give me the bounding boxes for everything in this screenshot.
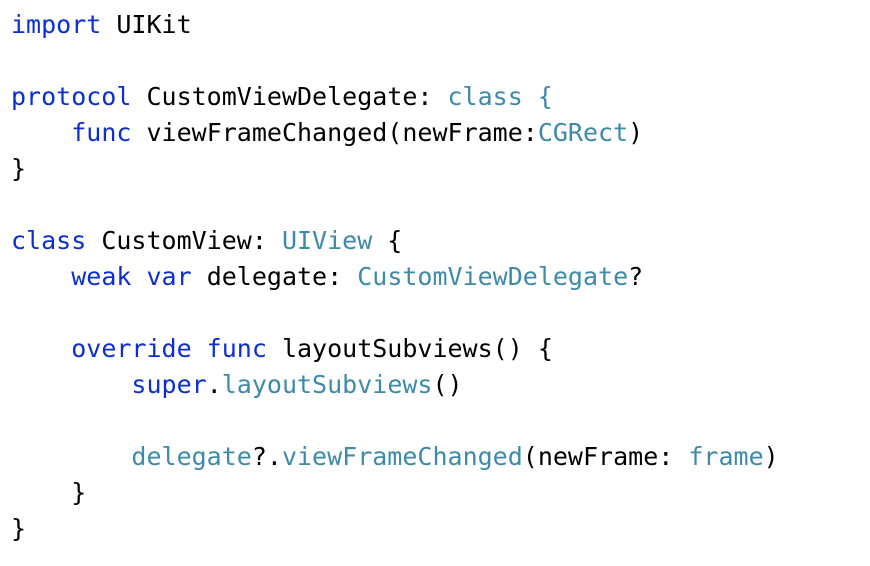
code-line[interactable] [11,43,870,79]
code-line[interactable] [11,403,870,439]
code-token-keyword: weak var [71,262,192,291]
code-token-plain: ) [763,442,779,471]
code-token-keyword: protocol [11,82,132,111]
code-token-plain: } [11,514,27,543]
code-token-plain: viewFrameChanged(newFrame: [131,118,538,147]
code-token-type: delegate [131,442,252,471]
code-line[interactable]: import UIKit [11,7,870,43]
code-token-plain: { [372,226,403,255]
code-token-plain: layoutSubviews() { [266,334,553,363]
code-token-keyword: super [131,370,207,399]
code-token-plain: ? [628,262,644,291]
code-token-type: class { [447,82,553,111]
code-token-type: CGRect [537,118,629,147]
code-token-type: viewFrameChanged [281,442,523,471]
code-line[interactable] [11,187,870,223]
code-line[interactable]: weak var delegate: CustomViewDelegate? [11,259,870,295]
code-token-plain: (newFrame: [522,442,689,471]
code-token-keyword: import [11,10,102,39]
code-line[interactable]: override func layoutSubviews() { [11,331,870,367]
code-token-plain: CustomView: [86,226,282,255]
code-token-keyword: override func [71,334,267,363]
code-token-keyword: func [71,118,132,147]
code-line[interactable]: } [11,511,870,547]
code-line[interactable]: protocol CustomViewDelegate: class { [11,79,870,115]
code-line[interactable]: super.layoutSubviews() [11,367,870,403]
code-token-type: UIView [281,226,373,255]
code-token-plain: CustomViewDelegate: [131,82,448,111]
code-line[interactable]: } [11,475,870,511]
code-line[interactable]: class CustomView: UIView { [11,223,870,259]
code-line[interactable]: func viewFrameChanged(newFrame:CGRect) [11,115,870,151]
code-token-plain: ?. [251,442,282,471]
code-token-plain: () [432,370,463,399]
code-token-plain: delegate: [191,262,358,291]
code-editor[interactable]: import UIKit protocol CustomViewDelegate:… [0,0,870,566]
code-line[interactable] [11,295,870,331]
code-token-type: layoutSubviews [221,370,433,399]
code-token-type: CustomViewDelegate [357,262,629,291]
code-token-plain: ) [628,118,644,147]
code-line[interactable]: } [11,151,870,187]
code-token-keyword: class [11,226,87,255]
code-token-plain: UIKit [101,10,192,39]
code-token-type: frame [688,442,764,471]
code-token-plain: } [11,478,87,507]
code-line[interactable]: delegate?.viewFrameChanged(newFrame: fra… [11,439,870,475]
code-token-plain: . [206,370,222,399]
code-token-plain: } [11,154,27,183]
